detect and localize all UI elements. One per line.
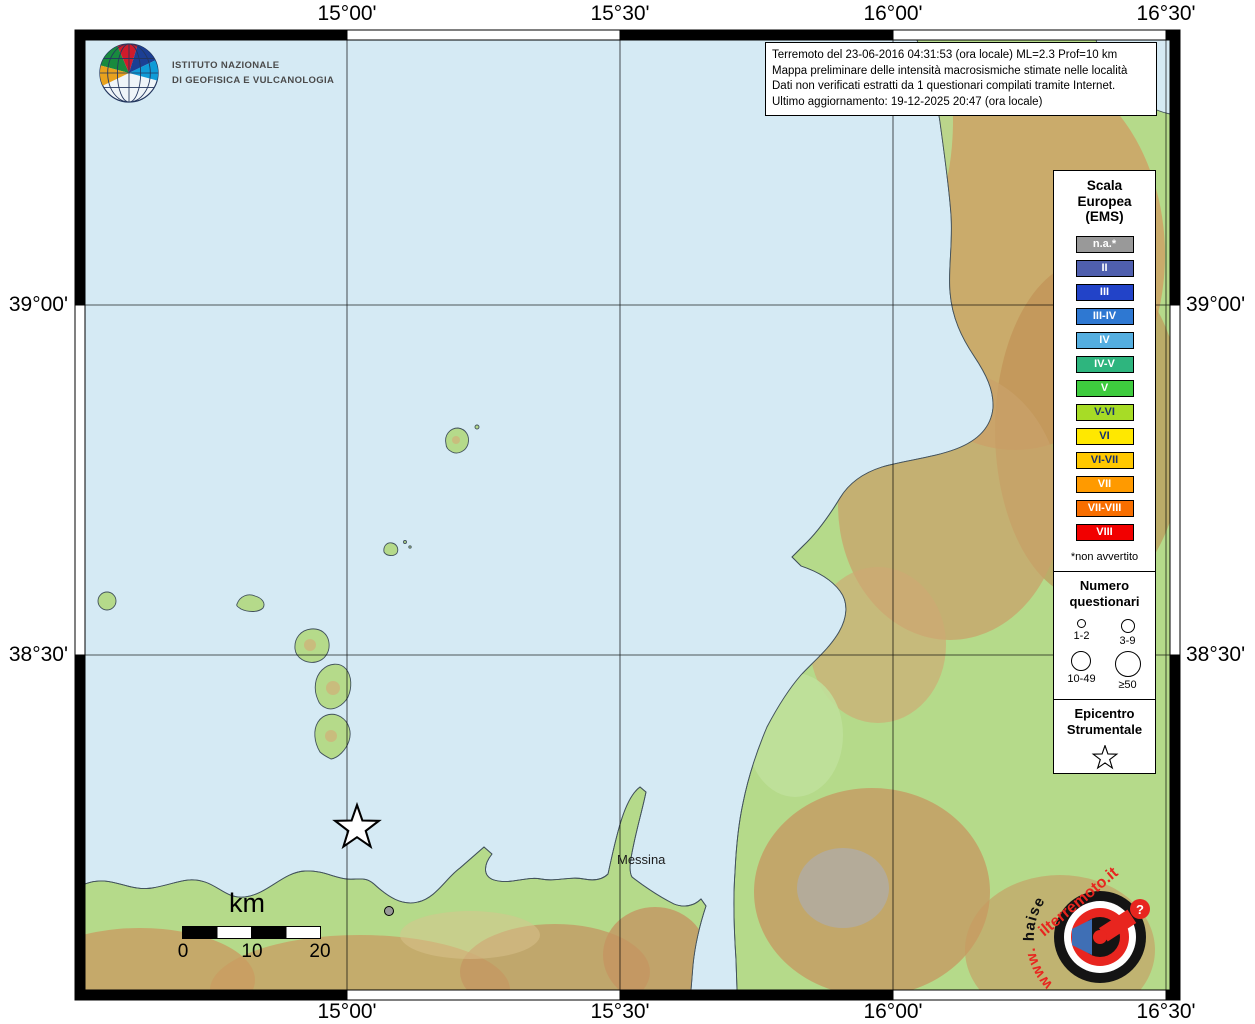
scalebar	[182, 926, 322, 940]
ems-level-v: V	[1076, 380, 1134, 397]
lon-label-bottom-1: 15°30'	[590, 1000, 649, 1024]
epicenter-star-key	[1091, 745, 1119, 771]
scalebar-tick-0: 0	[178, 941, 189, 963]
legend-divider	[1054, 571, 1155, 572]
lon-label-top-1: 15°30'	[590, 2, 649, 26]
ems-level-iii-iv: III-IV	[1076, 308, 1134, 325]
size-circle-medium	[1121, 619, 1135, 633]
legend-title: Scala Europea (EMS)	[1077, 178, 1131, 225]
ems-level-viii: VIII	[1076, 524, 1134, 541]
ems-level-iii: III	[1076, 284, 1134, 301]
ems-level-vii-viii: VII-VIII	[1076, 500, 1134, 517]
ingv-name: ISTITUTO NAZIONALE DI GEOFISICA E VULCAN…	[172, 58, 334, 88]
event-info-line2: Mappa preliminare delle intensità macros…	[772, 64, 1150, 80]
lat-label-left-0: 39°00'	[0, 293, 68, 317]
legend-divider	[1054, 699, 1155, 700]
ems-level-vi-vii: VI-VII	[1076, 452, 1134, 469]
event-info-line4: Ultimo aggiornamento: 19-12-2025 20:47 (…	[772, 95, 1150, 111]
size-circle-large	[1071, 651, 1091, 671]
size-key-10-49: 10-49	[1067, 651, 1095, 691]
legend-title-line2: Europea	[1077, 194, 1131, 210]
lat-label-left-1: 38°30'	[0, 643, 68, 667]
lon-label-bottom-2: 16°00'	[863, 1000, 922, 1024]
ems-level-na: n.a.*	[1076, 236, 1134, 253]
haisentito-watermark: ? www. haisentito ilterremoto.it	[1008, 845, 1200, 1017]
questionnaire-size-key: 1-2 3-9 10-49 ≥50	[1059, 615, 1151, 691]
lon-label-top-0: 15°00'	[317, 2, 376, 26]
ingv-logo-block: ISTITUTO NAZIONALE DI GEOFISICA E VULCAN…	[98, 42, 334, 104]
ems-level-iv-v: IV-V	[1076, 356, 1134, 373]
lat-label-right-1: 38°30'	[1186, 643, 1245, 667]
legend-title-line1: Scala	[1077, 178, 1131, 194]
seismic-intensity-map-page: Messina 15°00' 15°30' 16°00' 16°30' 15°0…	[0, 0, 1255, 1024]
ems-level-iv: IV	[1076, 332, 1134, 349]
size-key-50plus: ≥50	[1115, 651, 1141, 691]
lon-label-top-2: 16°00'	[863, 2, 922, 26]
islet	[404, 541, 407, 544]
event-info-box: Terremoto del 23-06-2016 04:31:53 (ora l…	[765, 42, 1157, 116]
scalebar-tick-10: 10	[241, 941, 262, 963]
messina-label: Messina	[617, 852, 666, 867]
legend-footnote: *non avvertito	[1071, 551, 1138, 563]
islet	[409, 546, 411, 548]
ems-level-vi: VI	[1076, 428, 1134, 445]
scalebar-unit: km	[229, 888, 265, 919]
ingv-name-line1: ISTITUTO NAZIONALE	[172, 58, 334, 73]
size-circle-small	[1077, 619, 1086, 628]
size-key-1-2: 1-2	[1074, 619, 1090, 647]
scalebar-tick-20: 20	[309, 941, 330, 963]
ingv-name-line2: DI GEOFISICA E VULCANOLOGIA	[172, 73, 334, 88]
ems-level-vii: VII	[1076, 476, 1134, 493]
question-mark: ?	[1136, 902, 1144, 917]
ingv-logo	[98, 42, 160, 104]
ems-level-v-vi: V-VI	[1076, 404, 1134, 421]
event-info-line3: Dati non verificati estratti da 1 questi…	[772, 79, 1150, 95]
intensity-point	[385, 907, 394, 916]
size-circle-xlarge	[1115, 651, 1141, 677]
island-panarea	[384, 543, 398, 556]
lon-label-bottom-0: 15°00'	[317, 1000, 376, 1024]
epicenter-key-title: Epicentro Strumentale	[1067, 706, 1142, 739]
lat-label-right-0: 39°00'	[1186, 293, 1245, 317]
island-alicudi	[98, 592, 116, 610]
lon-label-top-3: 16°30'	[1136, 2, 1195, 26]
size-key-3-9: 3-9	[1120, 619, 1136, 647]
questionnaire-count-title: Numero questionari	[1069, 578, 1139, 611]
ems-level-ii: II	[1076, 260, 1134, 277]
legend-panel: Scala Europea (EMS) n.a.* II III III-IV …	[1053, 170, 1156, 774]
legend-title-line3: (EMS)	[1077, 209, 1131, 225]
islet-strombolicchio	[475, 425, 479, 429]
event-info-line1: Terremoto del 23-06-2016 04:31:53 (ora l…	[772, 48, 1150, 64]
